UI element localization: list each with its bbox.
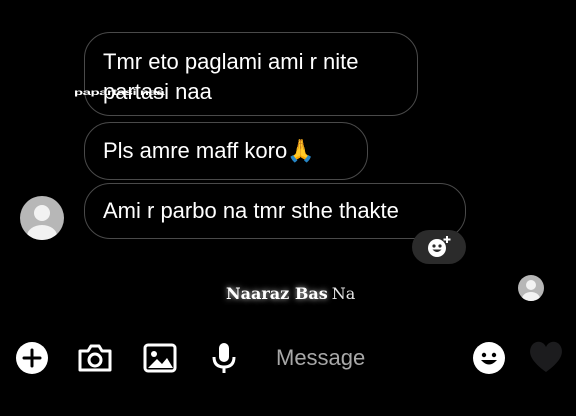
seen-avatar: [518, 275, 544, 301]
add-button[interactable]: [14, 340, 50, 376]
add-reaction-icon: [428, 236, 451, 257]
overlay-text: papartasi naa: [74, 88, 165, 98]
image-icon: [143, 343, 177, 373]
plus-circle-icon: [16, 342, 48, 374]
message-text: Ami r parbo na tmr sthe thakte: [103, 198, 399, 223]
sender-avatar[interactable]: [20, 196, 64, 240]
message-bubble-2[interactable]: Pls amre maff koro🙏: [84, 122, 368, 180]
person-icon: [522, 280, 540, 301]
smiley-icon: [473, 342, 505, 374]
add-reaction-button[interactable]: [412, 230, 466, 264]
message-text-line1: Tmr eto paglami ami r nite: [103, 49, 359, 74]
sticker-button[interactable]: [471, 340, 507, 376]
caption-bold: Naaraz Bas: [226, 284, 328, 303]
heart-icon: [530, 341, 562, 372]
message-input[interactable]: [262, 338, 480, 378]
message-bubble-3[interactable]: Ami r parbo na tmr sthe thakte: [84, 183, 466, 239]
video-caption: Naaraz Bas Na: [226, 284, 355, 303]
camera-icon: [78, 344, 112, 372]
message-bubble-1[interactable]: Tmr eto paglami ami r nite partasi naa: [84, 32, 418, 116]
camera-button[interactable]: [77, 340, 113, 376]
gallery-button[interactable]: [142, 340, 178, 376]
like-button[interactable]: [526, 336, 566, 376]
message-text: Pls amre maff koro🙏: [103, 138, 315, 163]
caption-rest: Na: [331, 284, 356, 303]
microphone-icon: [212, 343, 236, 373]
person-icon: [27, 205, 57, 240]
voice-button[interactable]: [206, 340, 242, 376]
